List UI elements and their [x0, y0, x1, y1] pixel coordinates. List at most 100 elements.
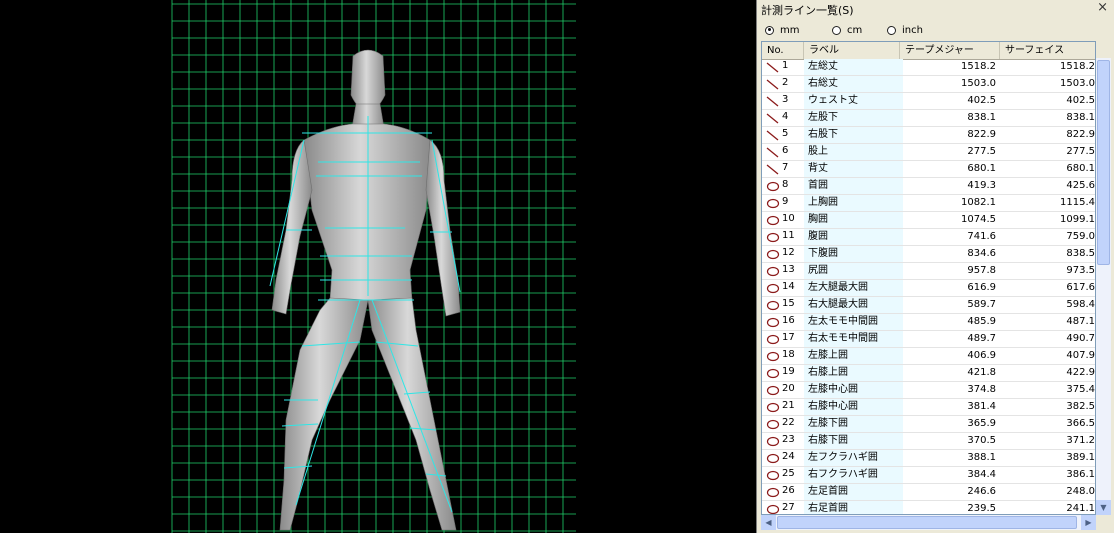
vertical-scrollbar[interactable]: ▼ — [1096, 58, 1111, 515]
unit-radio-cm[interactable]: cm — [832, 23, 862, 37]
row-tape-value: 1503.0 — [961, 78, 996, 89]
row-number: 21 — [782, 400, 795, 411]
table-row[interactable]: 7 背丈 680.1 680.1 — [762, 161, 1095, 178]
row-number: 12 — [782, 247, 795, 258]
table-row[interactable]: 19 右膝上囲 421.8 422.9 — [762, 365, 1095, 382]
table-row[interactable]: 20 左膝中心囲 374.8 375.4 — [762, 382, 1095, 399]
row-number: 19 — [782, 366, 795, 377]
table-row[interactable]: 10 胸囲 1074.5 1099.1 — [762, 212, 1095, 229]
line-icon — [766, 62, 780, 73]
table-row[interactable]: 24 左フクラハギ囲 388.1 389.1 — [762, 450, 1095, 467]
row-tape-value: 589.7 — [967, 299, 996, 310]
unit-radio-inch[interactable]: inch — [887, 23, 923, 37]
row-surface-value: 1099.1 — [1060, 214, 1095, 225]
row-label: ウェスト丈 — [804, 93, 903, 109]
row-tape-value: 246.6 — [967, 486, 996, 497]
3d-body-viewport[interactable] — [0, 0, 756, 533]
row-number: 4 — [782, 111, 789, 122]
table-row[interactable]: 5 右股下 822.9 822.9 — [762, 127, 1095, 144]
table-row[interactable]: 9 上胸囲 1082.1 1115.4 — [762, 195, 1095, 212]
table-row[interactable]: 12 下腹囲 834.6 838.5 — [762, 246, 1095, 263]
line-icon — [766, 79, 780, 90]
row-label: 尻囲 — [804, 263, 903, 279]
row-label: 左膝下囲 — [804, 416, 903, 432]
column-header-label[interactable]: ラベル — [804, 42, 900, 59]
row-surface-value: 680.1 — [1066, 163, 1095, 174]
row-label: 股上 — [804, 144, 903, 160]
loop-icon — [766, 283, 780, 294]
table-row[interactable]: 16 左太モモ中間囲 485.9 487.1 — [762, 314, 1095, 331]
loop-icon — [766, 181, 780, 192]
radio-icon — [765, 25, 774, 35]
row-surface-value: 425.6 — [1066, 180, 1095, 191]
row-tape-value: 365.9 — [967, 418, 996, 429]
row-surface-value: 248.0 — [1066, 486, 1095, 497]
table-row[interactable]: 15 右大腿最大囲 589.7 598.4 — [762, 297, 1095, 314]
row-number: 11 — [782, 230, 795, 241]
loop-icon — [766, 300, 780, 311]
table-row[interactable]: 18 左膝上囲 406.9 407.9 — [762, 348, 1095, 365]
table-row[interactable]: 14 左大腿最大囲 616.9 617.6 — [762, 280, 1095, 297]
table-row[interactable]: 23 右膝下囲 370.5 371.2 — [762, 433, 1095, 450]
row-surface-value: 1503.0 — [1060, 78, 1095, 89]
table-row[interactable]: 27 右足首囲 239.5 241.1 — [762, 501, 1095, 514]
row-number: 2 — [782, 77, 789, 88]
scroll-left-icon[interactable]: ◀ — [761, 515, 776, 530]
column-header-surface[interactable]: サーフェイス — [1000, 42, 1095, 59]
panel-title: 計測ライン一覧(S) — [761, 4, 854, 17]
row-tape-value: 489.7 — [967, 333, 996, 344]
row-surface-value: 973.5 — [1066, 265, 1095, 276]
row-number: 22 — [782, 417, 795, 428]
loop-icon — [766, 436, 780, 447]
row-surface-value: 838.5 — [1066, 248, 1095, 259]
scroll-thumb[interactable] — [1097, 60, 1110, 265]
table-row[interactable]: 17 右太モモ中間囲 489.7 490.7 — [762, 331, 1095, 348]
loop-icon — [766, 334, 780, 345]
row-label: 左フクラハギ囲 — [804, 450, 903, 466]
row-number: 24 — [782, 451, 795, 462]
row-tape-value: 421.8 — [967, 367, 996, 378]
row-label: 右大腿最大囲 — [804, 297, 903, 313]
row-surface-value: 490.7 — [1066, 333, 1095, 344]
scroll-thumb-horizontal[interactable] — [777, 516, 1077, 529]
row-tape-value: 680.1 — [967, 163, 996, 174]
row-number: 5 — [782, 128, 789, 139]
loop-icon — [766, 317, 780, 328]
table-row[interactable]: 22 左膝下囲 365.9 366.5 — [762, 416, 1095, 433]
scroll-down-icon[interactable]: ▼ — [1096, 500, 1111, 515]
table-row[interactable]: 13 尻囲 957.8 973.5 — [762, 263, 1095, 280]
table-row[interactable]: 6 股上 277.5 277.5 — [762, 144, 1095, 161]
row-number: 6 — [782, 145, 789, 156]
column-header-tape[interactable]: テープメジャー — [900, 42, 1000, 59]
table-row[interactable]: 11 腹囲 741.6 759.0 — [762, 229, 1095, 246]
table-row[interactable]: 25 右フクラハギ囲 384.4 386.1 — [762, 467, 1095, 484]
row-tape-value: 402.5 — [967, 95, 996, 106]
table-row[interactable]: 3 ウェスト丈 402.5 402.5 — [762, 93, 1095, 110]
row-number: 27 — [782, 502, 795, 513]
table-row[interactable]: 4 左股下 838.1 838.1 — [762, 110, 1095, 127]
loop-icon — [766, 198, 780, 209]
horizontal-scrollbar[interactable]: ◀ ▶ — [761, 515, 1096, 530]
table-row[interactable]: 8 首囲 419.3 425.6 — [762, 178, 1095, 195]
panel-titlebar: 計測ライン一覧(S) × — [757, 0, 1114, 18]
row-tape-value: 1074.5 — [961, 214, 996, 225]
unit-radio-mm[interactable]: mm — [765, 23, 799, 37]
table-row[interactable]: 21 右膝中心囲 381.4 382.5 — [762, 399, 1095, 416]
row-surface-value: 382.5 — [1066, 401, 1095, 412]
column-header-no[interactable]: No. — [762, 42, 804, 59]
row-label: 右股下 — [804, 127, 903, 143]
loop-icon — [766, 249, 780, 260]
row-label: 上胸囲 — [804, 195, 903, 211]
loop-icon — [766, 232, 780, 243]
loop-icon — [766, 470, 780, 481]
table-row[interactable]: 26 左足首囲 246.6 248.0 — [762, 484, 1095, 501]
table-row[interactable]: 2 右総丈 1503.0 1503.0 — [762, 76, 1095, 93]
row-tape-value: 370.5 — [967, 435, 996, 446]
table-header: No. ラベル テープメジャー サーフェイス — [762, 42, 1095, 60]
table-row[interactable]: 1 左総丈 1518.2 1518.2 — [762, 59, 1095, 76]
close-icon[interactable]: × — [1097, 0, 1108, 15]
row-label: 右膝下囲 — [804, 433, 903, 449]
row-number: 15 — [782, 298, 795, 309]
body-scan-canvas[interactable] — [0, 0, 756, 533]
scroll-right-icon[interactable]: ▶ — [1081, 515, 1096, 530]
